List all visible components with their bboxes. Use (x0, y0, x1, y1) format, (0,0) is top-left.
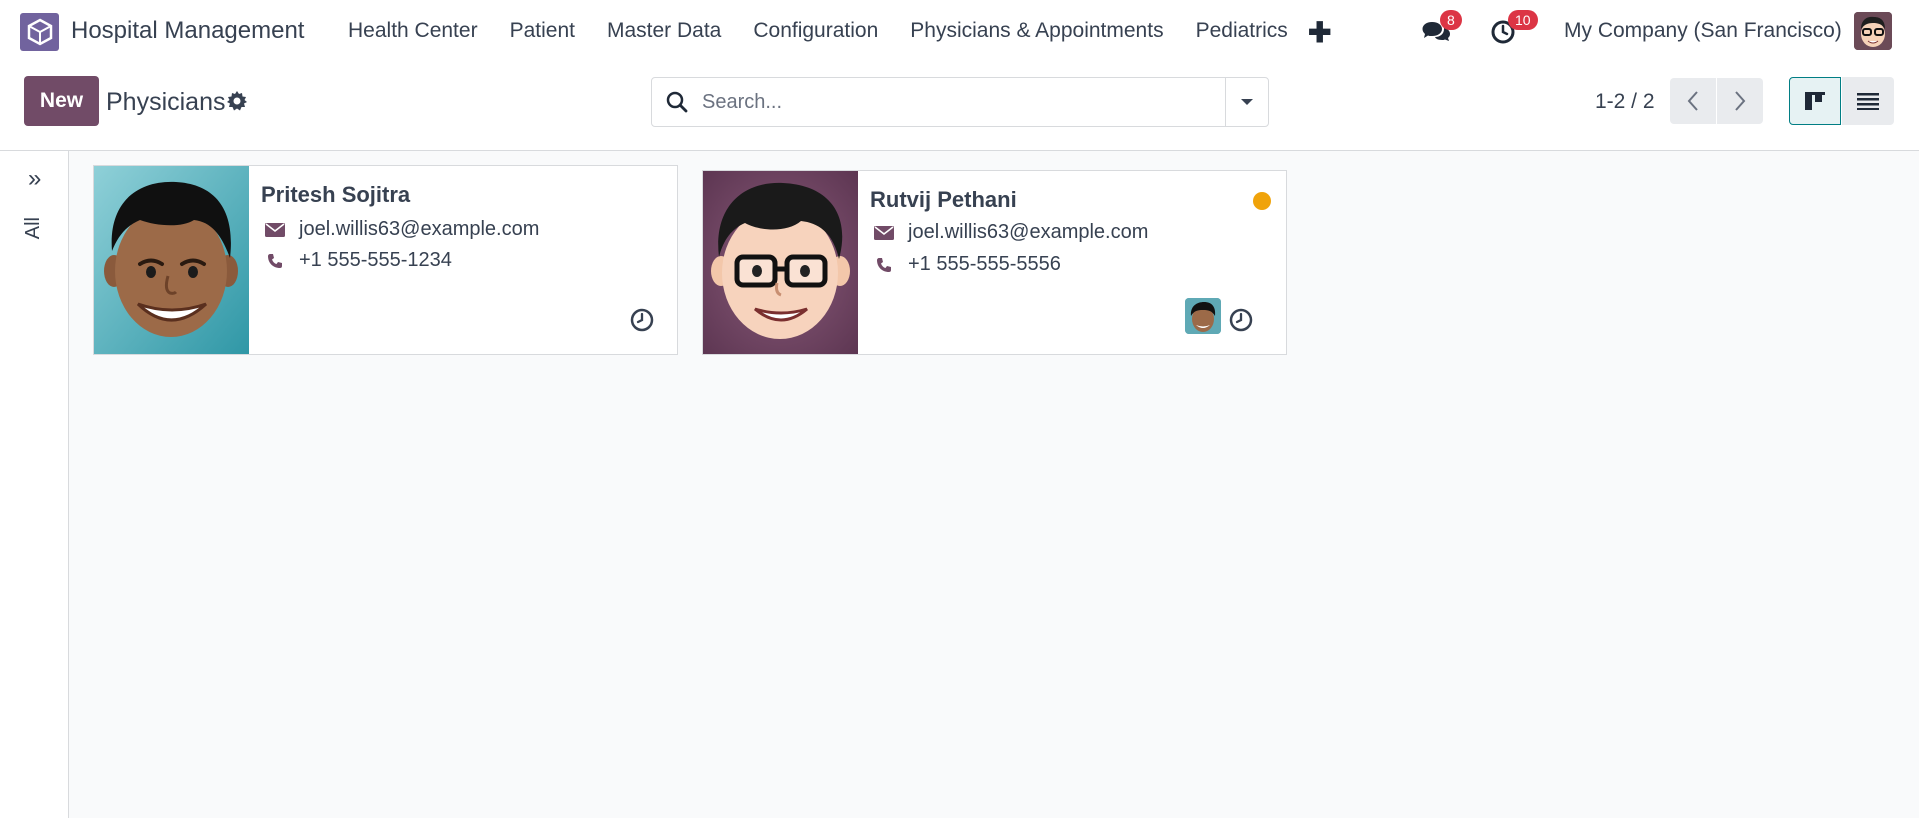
clock-icon[interactable] (1229, 308, 1253, 332)
search-input[interactable] (700, 88, 1204, 116)
phone-icon (261, 253, 289, 269)
chevron-right-icon (1735, 91, 1746, 111)
physician-name: Pritesh Sojitra (261, 182, 411, 207)
main-menu: Health Center Patient Master Data Config… (348, 19, 1320, 43)
menu-patient[interactable]: Patient (510, 19, 575, 43)
email-line: joel.willis63@example.com (870, 221, 1148, 244)
kanban-view-button[interactable] (1789, 77, 1841, 125)
phone-icon (870, 257, 898, 273)
menu-pediatrics[interactable]: Pediatrics (1196, 19, 1288, 43)
control-panel: New Physicians 1-2 / 2 (0, 62, 1919, 151)
activities-button[interactable]: 10 (1490, 10, 1538, 46)
status-indicator[interactable] (1253, 192, 1271, 210)
page-title: Physicians (106, 88, 226, 116)
gear-icon[interactable] (227, 91, 247, 116)
phone-line: +1 555-555-5556 (870, 253, 1061, 276)
envelope-icon (261, 222, 289, 238)
kanban-view-icon (1805, 92, 1825, 110)
kanban-card[interactable]: Rutvij Pethani joel.willis63@example.com… (702, 170, 1287, 355)
physician-photo (94, 166, 249, 354)
user-avatar[interactable] (1854, 12, 1892, 50)
physician-email: joel.willis63@example.com (908, 221, 1149, 243)
app-icon[interactable] (20, 13, 59, 51)
company-switcher[interactable]: My Company (San Francisco) (1564, 19, 1842, 43)
list-view-icon (1857, 93, 1879, 110)
messages-badge: 8 (1440, 10, 1462, 30)
physician-email: joel.willis63@example.com (299, 218, 540, 240)
new-button[interactable]: New (24, 76, 99, 126)
pager-next-button[interactable] (1717, 78, 1763, 124)
pager-previous-button[interactable] (1670, 78, 1716, 124)
app-name[interactable]: Hospital Management (71, 17, 304, 45)
side-panel-label[interactable]: All (22, 217, 45, 239)
clock-icon[interactable] (630, 308, 654, 332)
list-view-button[interactable] (1842, 77, 1894, 125)
menu-master-data[interactable]: Master Data (607, 19, 721, 43)
menu-physicians-appointments[interactable]: Physicians & Appointments (910, 19, 1163, 43)
phone-line: +1 555-555-1234 (261, 249, 452, 272)
search-options-toggle[interactable] (1225, 78, 1268, 126)
search-panel: » All (0, 151, 69, 818)
assigned-user-avatar[interactable] (1185, 298, 1221, 334)
physician-phone: +1 555-555-5556 (908, 253, 1061, 275)
top-navbar: Hospital Management Health Center Patien… (0, 0, 1919, 62)
caret-down-icon (1241, 99, 1253, 105)
menu-health-center[interactable]: Health Center (348, 19, 478, 43)
physician-phone: +1 555-555-1234 (299, 249, 452, 271)
physician-photo (703, 171, 858, 354)
kanban-card[interactable]: Pritesh Sojitra joel.willis63@example.co… (93, 165, 678, 355)
physician-name: Rutvij Pethani (870, 187, 1017, 212)
envelope-icon (870, 225, 898, 241)
chevron-left-icon (1687, 91, 1698, 111)
expand-icon[interactable]: » (28, 165, 41, 193)
plus-icon[interactable]: ✚ (1308, 16, 1331, 49)
activities-badge: 10 (1508, 10, 1538, 30)
search-bar[interactable] (651, 77, 1269, 127)
pager-value[interactable]: 1-2 / 2 (1595, 90, 1655, 114)
email-line: joel.willis63@example.com (261, 218, 539, 241)
messages-button[interactable]: 8 (1422, 10, 1462, 46)
search-icon (666, 91, 688, 118)
menu-configuration[interactable]: Configuration (753, 19, 878, 43)
